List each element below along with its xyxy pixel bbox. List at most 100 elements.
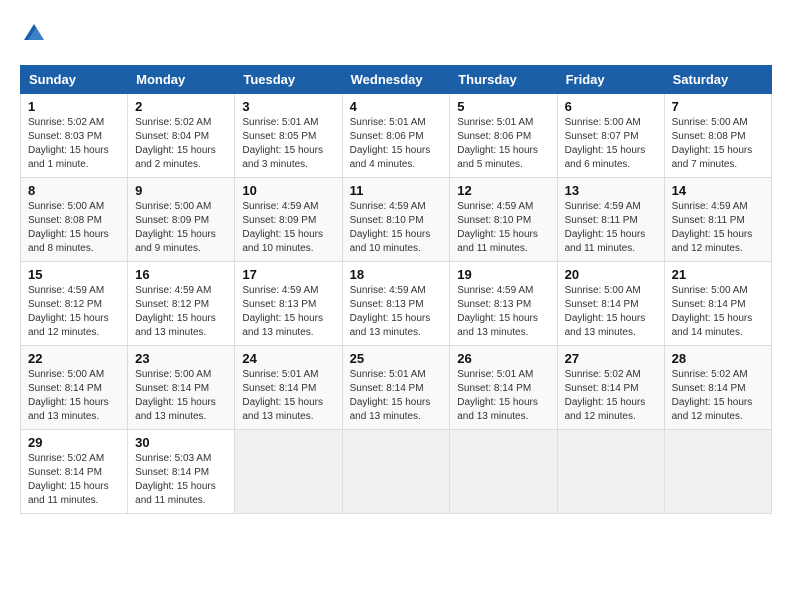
- day-number: 13: [565, 183, 657, 198]
- day-info: Sunrise: 5:01 AM Sunset: 8:06 PM Dayligh…: [457, 117, 538, 170]
- calendar-cell: 15 Sunrise: 4:59 AM Sunset: 8:12 PM Dayl…: [21, 262, 128, 346]
- day-info: Sunrise: 5:02 AM Sunset: 8:14 PM Dayligh…: [672, 369, 753, 422]
- day-number: 4: [350, 99, 443, 114]
- day-number: 9: [135, 183, 227, 198]
- calendar-cell: [235, 430, 342, 514]
- calendar-cell: 25 Sunrise: 5:01 AM Sunset: 8:14 PM Dayl…: [342, 346, 450, 430]
- calendar-table: SundayMondayTuesdayWednesdayThursdayFrid…: [20, 65, 772, 514]
- day-number: 25: [350, 351, 443, 366]
- calendar-cell: 20 Sunrise: 5:00 AM Sunset: 8:14 PM Dayl…: [557, 262, 664, 346]
- day-info: Sunrise: 5:03 AM Sunset: 8:14 PM Dayligh…: [135, 453, 216, 506]
- calendar-cell: 27 Sunrise: 5:02 AM Sunset: 8:14 PM Dayl…: [557, 346, 664, 430]
- day-info: Sunrise: 5:00 AM Sunset: 8:08 PM Dayligh…: [28, 201, 109, 254]
- calendar-cell: 12 Sunrise: 4:59 AM Sunset: 8:10 PM Dayl…: [450, 178, 557, 262]
- calendar-cell: 9 Sunrise: 5:00 AM Sunset: 8:09 PM Dayli…: [128, 178, 235, 262]
- calendar-cell: 5 Sunrise: 5:01 AM Sunset: 8:06 PM Dayli…: [450, 94, 557, 178]
- calendar-body: 1 Sunrise: 5:02 AM Sunset: 8:03 PM Dayli…: [21, 94, 772, 514]
- day-info: Sunrise: 5:02 AM Sunset: 8:03 PM Dayligh…: [28, 117, 109, 170]
- calendar-cell: 14 Sunrise: 4:59 AM Sunset: 8:11 PM Dayl…: [664, 178, 771, 262]
- day-number: 27: [565, 351, 657, 366]
- weekday-header-monday: Monday: [128, 66, 235, 94]
- day-info: Sunrise: 4:59 AM Sunset: 8:10 PM Dayligh…: [350, 201, 431, 254]
- calendar-cell: 7 Sunrise: 5:00 AM Sunset: 8:08 PM Dayli…: [664, 94, 771, 178]
- calendar-cell: 10 Sunrise: 4:59 AM Sunset: 8:09 PM Dayl…: [235, 178, 342, 262]
- calendar-cell: [450, 430, 557, 514]
- weekday-header-saturday: Saturday: [664, 66, 771, 94]
- day-number: 20: [565, 267, 657, 282]
- day-number: 8: [28, 183, 120, 198]
- weekday-header-friday: Friday: [557, 66, 664, 94]
- calendar-cell: 18 Sunrise: 4:59 AM Sunset: 8:13 PM Dayl…: [342, 262, 450, 346]
- day-info: Sunrise: 5:00 AM Sunset: 8:14 PM Dayligh…: [28, 369, 109, 422]
- day-info: Sunrise: 4:59 AM Sunset: 8:11 PM Dayligh…: [565, 201, 646, 254]
- calendar-cell: 28 Sunrise: 5:02 AM Sunset: 8:14 PM Dayl…: [664, 346, 771, 430]
- calendar-cell: 2 Sunrise: 5:02 AM Sunset: 8:04 PM Dayli…: [128, 94, 235, 178]
- day-info: Sunrise: 5:01 AM Sunset: 8:14 PM Dayligh…: [242, 369, 323, 422]
- calendar-cell: 30 Sunrise: 5:03 AM Sunset: 8:14 PM Dayl…: [128, 430, 235, 514]
- day-info: Sunrise: 5:01 AM Sunset: 8:06 PM Dayligh…: [350, 117, 431, 170]
- day-info: Sunrise: 4:59 AM Sunset: 8:13 PM Dayligh…: [242, 285, 323, 338]
- week-row-1: 1 Sunrise: 5:02 AM Sunset: 8:03 PM Dayli…: [21, 94, 772, 178]
- day-number: 28: [672, 351, 764, 366]
- page-header: [20, 20, 772, 49]
- day-info: Sunrise: 5:02 AM Sunset: 8:14 PM Dayligh…: [28, 453, 109, 506]
- day-number: 30: [135, 435, 227, 450]
- day-info: Sunrise: 4:59 AM Sunset: 8:09 PM Dayligh…: [242, 201, 323, 254]
- calendar-cell: 11 Sunrise: 4:59 AM Sunset: 8:10 PM Dayl…: [342, 178, 450, 262]
- calendar-cell: 6 Sunrise: 5:00 AM Sunset: 8:07 PM Dayli…: [557, 94, 664, 178]
- day-info: Sunrise: 5:02 AM Sunset: 8:04 PM Dayligh…: [135, 117, 216, 170]
- calendar-cell: 23 Sunrise: 5:00 AM Sunset: 8:14 PM Dayl…: [128, 346, 235, 430]
- day-number: 23: [135, 351, 227, 366]
- calendar-cell: 26 Sunrise: 5:01 AM Sunset: 8:14 PM Dayl…: [450, 346, 557, 430]
- calendar-cell: 13 Sunrise: 4:59 AM Sunset: 8:11 PM Dayl…: [557, 178, 664, 262]
- day-number: 2: [135, 99, 227, 114]
- day-number: 5: [457, 99, 549, 114]
- day-info: Sunrise: 5:00 AM Sunset: 8:08 PM Dayligh…: [672, 117, 753, 170]
- weekday-header-thursday: Thursday: [450, 66, 557, 94]
- day-number: 21: [672, 267, 764, 282]
- day-info: Sunrise: 5:00 AM Sunset: 8:14 PM Dayligh…: [135, 369, 216, 422]
- calendar-cell: 17 Sunrise: 4:59 AM Sunset: 8:13 PM Dayl…: [235, 262, 342, 346]
- day-number: 12: [457, 183, 549, 198]
- day-info: Sunrise: 4:59 AM Sunset: 8:11 PM Dayligh…: [672, 201, 753, 254]
- weekday-header-tuesday: Tuesday: [235, 66, 342, 94]
- calendar-cell: [557, 430, 664, 514]
- day-number: 1: [28, 99, 120, 114]
- logo-icon: [22, 20, 46, 44]
- day-info: Sunrise: 5:00 AM Sunset: 8:07 PM Dayligh…: [565, 117, 646, 170]
- calendar-cell: 16 Sunrise: 4:59 AM Sunset: 8:12 PM Dayl…: [128, 262, 235, 346]
- day-number: 16: [135, 267, 227, 282]
- calendar-cell: [664, 430, 771, 514]
- day-info: Sunrise: 4:59 AM Sunset: 8:10 PM Dayligh…: [457, 201, 538, 254]
- calendar-cell: 19 Sunrise: 4:59 AM Sunset: 8:13 PM Dayl…: [450, 262, 557, 346]
- week-row-4: 22 Sunrise: 5:00 AM Sunset: 8:14 PM Dayl…: [21, 346, 772, 430]
- day-number: 6: [565, 99, 657, 114]
- day-info: Sunrise: 5:01 AM Sunset: 8:14 PM Dayligh…: [350, 369, 431, 422]
- calendar-cell: 21 Sunrise: 5:00 AM Sunset: 8:14 PM Dayl…: [664, 262, 771, 346]
- calendar-cell: 24 Sunrise: 5:01 AM Sunset: 8:14 PM Dayl…: [235, 346, 342, 430]
- day-info: Sunrise: 5:01 AM Sunset: 8:05 PM Dayligh…: [242, 117, 323, 170]
- day-number: 3: [242, 99, 334, 114]
- day-number: 10: [242, 183, 334, 198]
- day-info: Sunrise: 4:59 AM Sunset: 8:12 PM Dayligh…: [135, 285, 216, 338]
- day-info: Sunrise: 5:00 AM Sunset: 8:09 PM Dayligh…: [135, 201, 216, 254]
- week-row-5: 29 Sunrise: 5:02 AM Sunset: 8:14 PM Dayl…: [21, 430, 772, 514]
- calendar-cell: 1 Sunrise: 5:02 AM Sunset: 8:03 PM Dayli…: [21, 94, 128, 178]
- day-number: 15: [28, 267, 120, 282]
- calendar-header: SundayMondayTuesdayWednesdayThursdayFrid…: [21, 66, 772, 94]
- day-number: 19: [457, 267, 549, 282]
- day-info: Sunrise: 5:02 AM Sunset: 8:14 PM Dayligh…: [565, 369, 646, 422]
- calendar-cell: 4 Sunrise: 5:01 AM Sunset: 8:06 PM Dayli…: [342, 94, 450, 178]
- calendar-cell: 8 Sunrise: 5:00 AM Sunset: 8:08 PM Dayli…: [21, 178, 128, 262]
- day-number: 7: [672, 99, 764, 114]
- day-info: Sunrise: 4:59 AM Sunset: 8:13 PM Dayligh…: [350, 285, 431, 338]
- day-number: 11: [350, 183, 443, 198]
- calendar-cell: [342, 430, 450, 514]
- logo: [20, 20, 46, 49]
- day-info: Sunrise: 5:00 AM Sunset: 8:14 PM Dayligh…: [565, 285, 646, 338]
- day-number: 29: [28, 435, 120, 450]
- calendar-cell: 29 Sunrise: 5:02 AM Sunset: 8:14 PM Dayl…: [21, 430, 128, 514]
- week-row-2: 8 Sunrise: 5:00 AM Sunset: 8:08 PM Dayli…: [21, 178, 772, 262]
- day-number: 14: [672, 183, 764, 198]
- weekday-row: SundayMondayTuesdayWednesdayThursdayFrid…: [21, 66, 772, 94]
